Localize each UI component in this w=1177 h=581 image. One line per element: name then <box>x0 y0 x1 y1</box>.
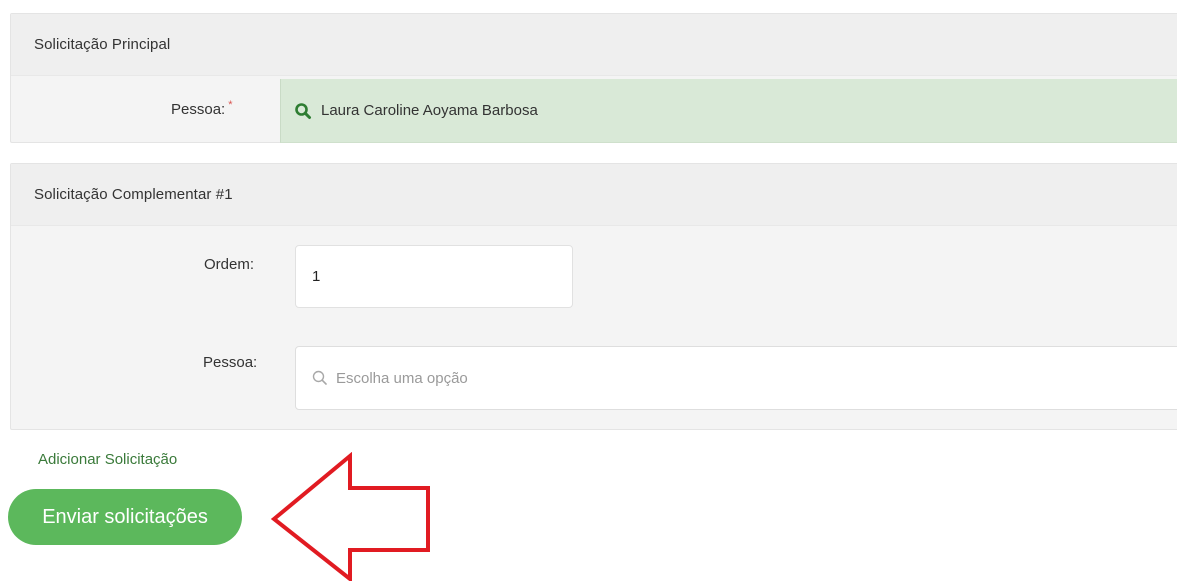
complementar-panel: Solicitação Complementar #1 Ordem: 1 Pes… <box>10 163 1177 430</box>
principal-panel: Solicitação Principal Pessoa: * Laura Ca… <box>10 13 1177 143</box>
send-requests-button[interactable]: Enviar solicitações <box>8 489 242 545</box>
add-request-link[interactable]: Adicionar Solicitação <box>38 451 177 468</box>
complementar-pessoa-placeholder: Escolha uma opção <box>336 369 468 387</box>
ordem-label: Ordem: <box>204 256 255 273</box>
required-marker: * <box>228 99 233 111</box>
complementar-panel-title: Solicitação Complementar #1 <box>11 164 1177 226</box>
principal-panel-title: Solicitação Principal <box>11 14 1177 76</box>
search-icon <box>293 101 313 121</box>
search-icon <box>310 368 330 388</box>
ordem-value: 1 <box>312 268 321 285</box>
principal-pessoa-label-text: Pessoa: <box>171 101 226 118</box>
page: Solicitação Principal Pessoa: * Laura Ca… <box>0 0 1177 581</box>
complementar-pessoa-label: Pessoa: <box>203 354 258 371</box>
principal-pessoa-value: Laura Caroline Aoyama Barbosa <box>321 102 538 119</box>
principal-pessoa-label: Pessoa: * <box>171 99 233 118</box>
ordem-input[interactable]: 1 <box>295 245 573 308</box>
principal-pessoa-row: Pessoa: * Laura Caroline Aoyama Barbosa <box>11 79 1177 144</box>
principal-pessoa-select[interactable]: Laura Caroline Aoyama Barbosa <box>280 79 1177 143</box>
complementar-pessoa-select[interactable]: Escolha uma opção <box>295 346 1177 410</box>
annotation-arrow-icon <box>270 452 430 581</box>
